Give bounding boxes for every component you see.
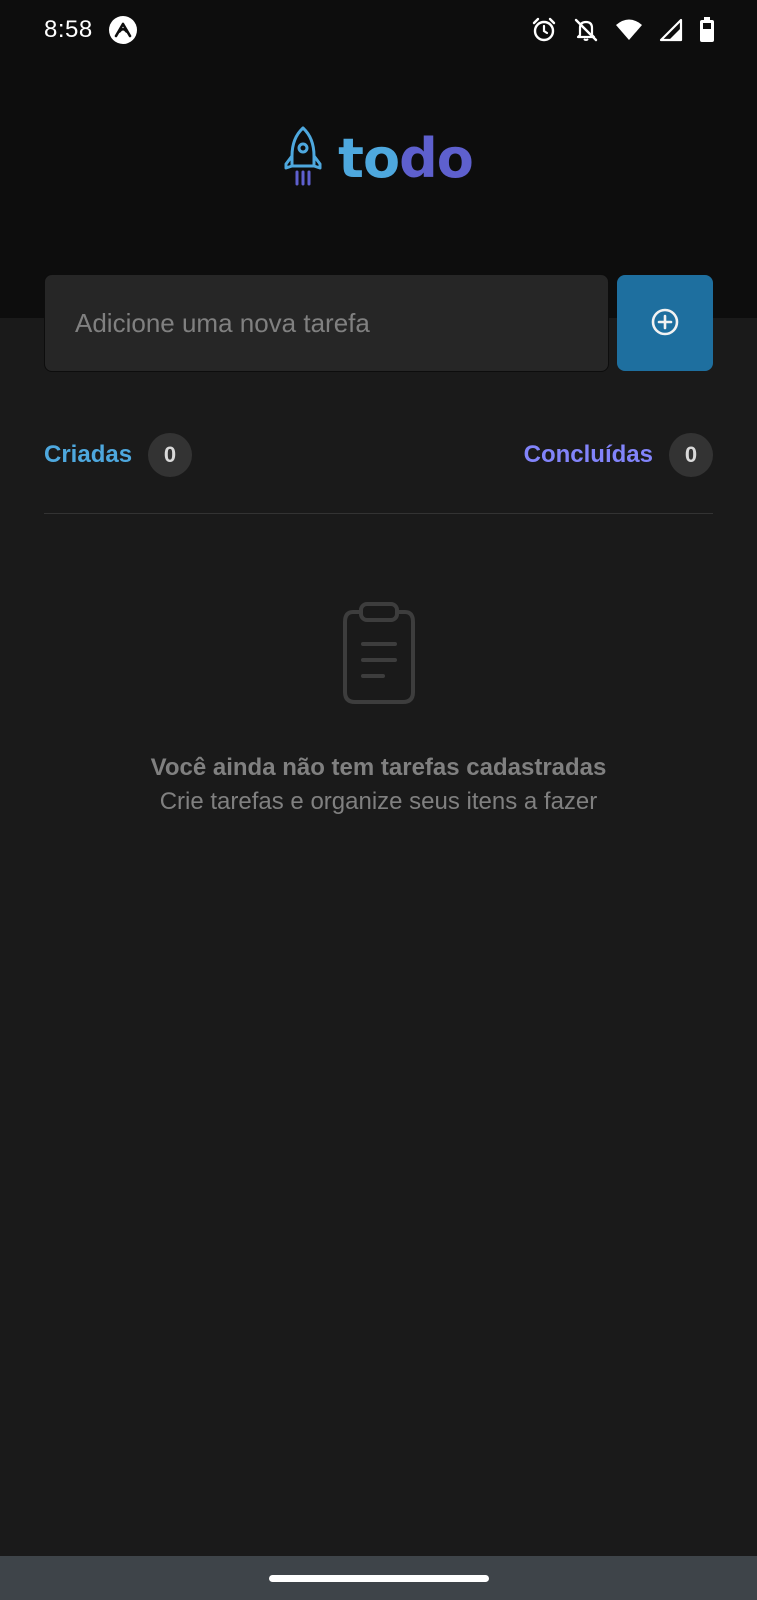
app-logo: todo [0,126,757,191]
created-counter: Criadas 0 [44,433,193,477]
created-count-badge: 0 [148,433,193,477]
todo-screen: 8:58 todo Adicione uma nova tarefa Criad… [0,0,757,1600]
created-label: Criadas [44,441,133,468]
status-right [531,17,715,43]
task-counters: Criadas 0 Concluídas 0 [44,432,713,478]
new-task-form [44,274,713,372]
new-task-input[interactable] [44,274,609,372]
status-time: 8:58 [44,16,93,43]
empty-state-subtitle: Crie tarefas e organize seus itens a faz… [159,788,598,815]
status-left: 8:58 [44,16,137,44]
logo-text: todo [338,131,474,186]
home-gesture-handle[interactable] [268,1574,489,1582]
logo-text-part1: to [338,126,400,190]
rocket-icon [284,126,322,191]
navigation-bar [0,1556,757,1600]
signal-icon [659,18,683,42]
done-label: Concluídas [523,441,653,468]
alarm-icon [531,17,557,43]
done-counter: Concluídas 0 [524,433,713,477]
empty-state-title: Você ainda não tem tarefas cadastradas [150,754,607,781]
clipboard-icon [339,600,419,709]
expo-icon [108,16,137,44]
status-bar: 8:58 [0,0,757,60]
battery-icon [699,17,715,43]
logo-text-part2: do [399,126,474,190]
add-task-button[interactable] [617,275,713,371]
wifi-icon [615,18,643,42]
empty-state: Você ainda não tem tarefas cadastradas C… [0,600,757,819]
notifications-off-icon [573,17,599,43]
plus-circle-icon [650,307,680,340]
done-count-badge: 0 [669,433,713,477]
divider [44,513,713,514]
